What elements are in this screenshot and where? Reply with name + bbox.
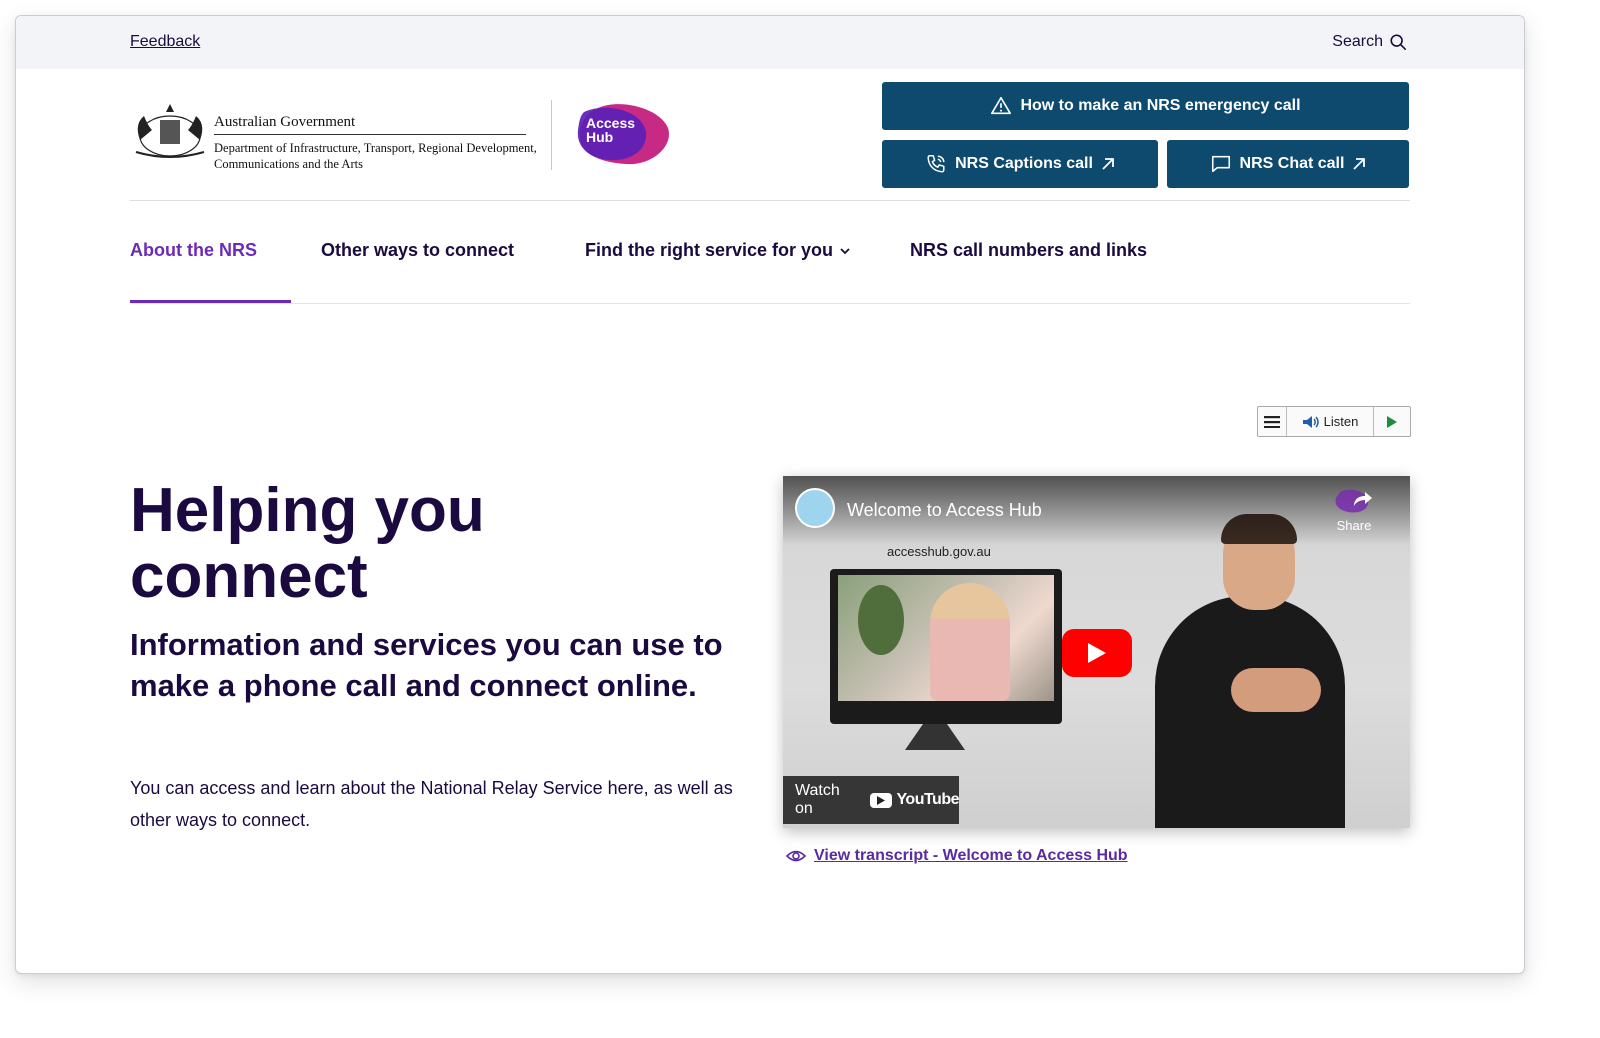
phone-icon xyxy=(927,155,945,173)
watch-on-label: Watch on xyxy=(795,782,840,817)
hero-title: Helping you connect xyxy=(130,476,485,611)
nav-item-label: Find the right service for you xyxy=(585,240,834,260)
play-icon xyxy=(1088,643,1106,663)
menu-icon xyxy=(1264,415,1280,428)
hero-body: You can access and learn about the Natio… xyxy=(130,778,733,830)
transcript-label: View transcript - Welcome to Access Hub xyxy=(814,847,1128,864)
access-hub-line2: Hub xyxy=(586,129,614,145)
nav-item-about-the-nrs[interactable]: About the NRS xyxy=(130,240,257,261)
listen-label: Listen xyxy=(1323,414,1359,429)
main-navigation: About the NRS Other ways to connect Find… xyxy=(130,240,1410,270)
logo-divider xyxy=(551,100,552,170)
listen-button[interactable]: Listen xyxy=(1287,407,1374,436)
gov-title: Australian Government xyxy=(214,114,356,130)
captions-call-button[interactable]: NRS Captions call xyxy=(882,140,1158,188)
nav-item-label: NRS call numbers and links xyxy=(910,240,1148,260)
nav-item-label: About the NRS xyxy=(130,240,257,260)
search-icon xyxy=(1390,34,1407,51)
gov-logo-divider xyxy=(214,134,526,135)
video-url-overlay: accesshub.gov.au xyxy=(887,544,991,559)
browser-frame: Feedback Search Australian Government De… xyxy=(15,15,1525,974)
external-link-icon xyxy=(1102,158,1114,170)
listen-play-button[interactable] xyxy=(1374,407,1410,436)
coat-of-arms-icon xyxy=(135,104,205,158)
access-hub-logo-text: Access Hub xyxy=(586,116,635,144)
chat-call-button[interactable]: NRS Chat call xyxy=(1167,140,1409,188)
readspeaker-listen-widget: Listen xyxy=(1257,406,1411,437)
listen-menu-button[interactable] xyxy=(1258,407,1287,436)
share-label: Share xyxy=(1336,518,1372,533)
chat-bubble-icon xyxy=(1211,155,1230,173)
nav-item-label: Other ways to connect xyxy=(321,240,515,260)
video-share-button[interactable]: Share xyxy=(1324,488,1384,536)
video-play-button[interactable] xyxy=(1062,629,1132,677)
nav-item-nrs-call-numbers[interactable]: NRS call numbers and links xyxy=(910,240,1147,261)
warning-icon xyxy=(991,96,1012,115)
chevron-down-icon xyxy=(840,247,850,254)
utility-bar: Feedback Search xyxy=(16,16,1524,69)
channel-avatar[interactable] xyxy=(795,488,835,528)
youtube-icon xyxy=(870,792,893,808)
share-icon xyxy=(1335,489,1372,513)
search-button[interactable]: Search xyxy=(1332,33,1407,51)
eye-icon xyxy=(786,850,806,862)
video-signer xyxy=(1155,596,1345,828)
youtube-label: YouTube xyxy=(896,791,959,808)
australian-government-logo[interactable]: Australian Government Department of Infr… xyxy=(130,100,537,174)
access-hub-logo[interactable]: Access Hub xyxy=(576,102,672,168)
watch-on-youtube-button[interactable]: Watch on YouTube xyxy=(783,776,959,824)
video-title[interactable]: Welcome to Access Hub xyxy=(847,500,1042,521)
emergency-call-button[interactable]: How to make an NRS emergency call xyxy=(882,82,1409,130)
play-icon xyxy=(1387,415,1397,428)
youtube-logo: YouTube xyxy=(870,791,959,809)
search-label: Search xyxy=(1332,33,1383,50)
nav-item-other-ways-to-connect[interactable]: Other ways to connect xyxy=(321,240,514,261)
speaker-icon xyxy=(1302,415,1319,428)
feedback-link[interactable]: Feedback xyxy=(130,33,200,51)
nav-item-find-the-right-service[interactable]: Find the right service for you xyxy=(585,240,851,261)
chat-call-label: NRS Chat call xyxy=(1239,155,1345,172)
nav-divider xyxy=(130,303,1410,304)
department-name: Department of Infrastructure, Transport,… xyxy=(214,141,537,171)
hero-subtitle: Information and services you can use to … xyxy=(130,627,723,703)
header-divider xyxy=(130,200,1410,201)
video-thumbnail-monitor xyxy=(830,569,1062,724)
emergency-call-label: How to make an NRS emergency call xyxy=(1020,97,1301,114)
youtube-video-embed[interactable]: accesshub.gov.au Welcome to Access Hub S… xyxy=(783,476,1410,828)
captions-call-label: NRS Captions call xyxy=(955,155,1093,172)
external-link-icon xyxy=(1353,158,1366,170)
view-transcript-link[interactable]: View transcript - Welcome to Access Hub xyxy=(786,846,1128,866)
access-hub-line1: Access xyxy=(586,115,636,131)
